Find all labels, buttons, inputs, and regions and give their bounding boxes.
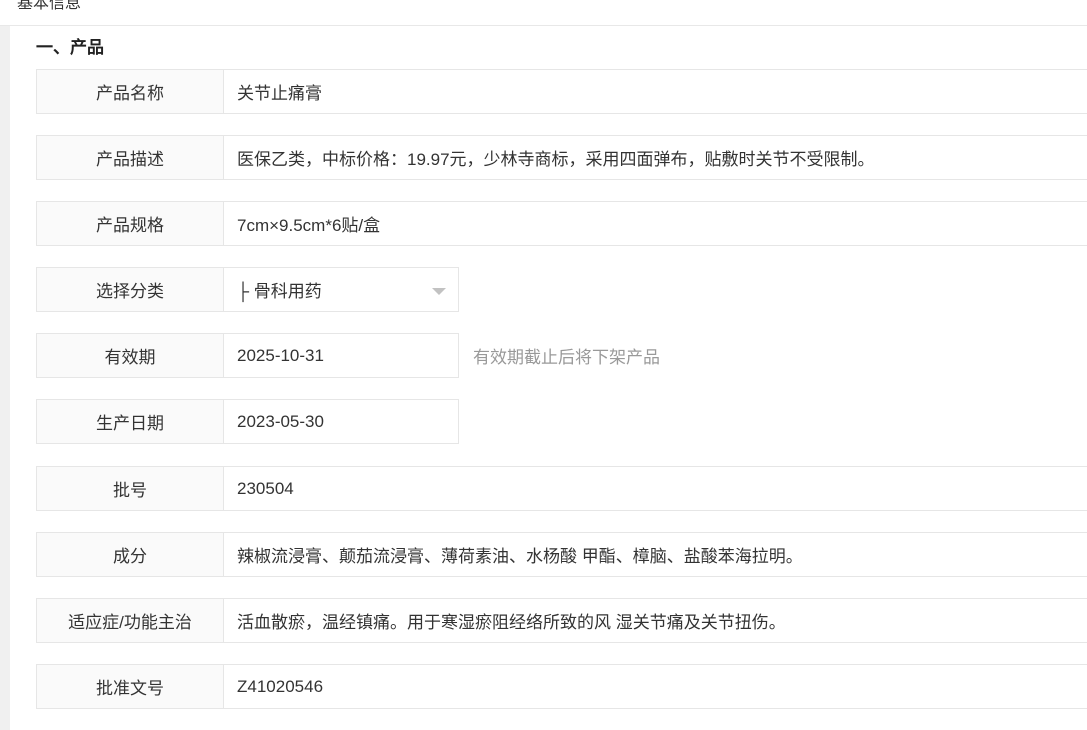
indications-input[interactable]: 活血散瘀，温经镇痛。用于寒湿瘀阻经络所致的风 湿关节痛及关节扭伤。 — [224, 599, 1087, 642]
product-name-input[interactable]: 关节止痛膏 — [224, 70, 1087, 113]
section-title: 一、产品 — [36, 38, 104, 57]
production-date-row: 生产日期 2023-05-30 — [36, 399, 459, 444]
category-label: 选择分类 — [37, 268, 224, 311]
batch-label: 批号 — [37, 467, 224, 510]
expiry-row: 有效期 2025-10-31 有效期截止后将下架产品 — [36, 333, 660, 378]
product-name-row: 产品名称 关节止痛膏 — [36, 69, 1087, 114]
approval-box: 批准文号 Z41020546 — [36, 664, 1087, 709]
product-description-label: 产品描述 — [37, 136, 224, 179]
top-bar-title: 基本信息 — [17, 0, 82, 12]
product-description-row: 产品描述 医保乙类，中标价格：19.97元，少林寺商标，采用四面弹布，贴敷时关节… — [36, 135, 1087, 180]
triangle-down-icon[interactable] — [432, 288, 446, 295]
category-box: 选择分类 ├ 骨科用药 — [36, 267, 459, 312]
product-spec-input[interactable]: 7cm×9.5cm*6贴/盒 — [224, 202, 1087, 245]
category-selected-value: ├ 骨科用药 — [237, 282, 322, 301]
ingredients-row: 成分 辣椒流浸膏、颠茄流浸膏、薄荷素油、水杨酸 甲酯、樟脑、盐酸苯海拉明。 — [36, 532, 1087, 577]
category-row: 选择分类 ├ 骨科用药 — [36, 267, 459, 312]
product-description-input[interactable]: 医保乙类，中标价格：19.97元，少林寺商标，采用四面弹布，贴敷时关节不受限制。 — [224, 136, 1087, 179]
indications-row: 适应症/功能主治 活血散瘀，温经镇痛。用于寒湿瘀阻经络所致的风 湿关节痛及关节扭… — [36, 598, 1087, 643]
indications-label: 适应症/功能主治 — [37, 599, 224, 642]
indications-box: 适应症/功能主治 活血散瘀，温经镇痛。用于寒湿瘀阻经络所致的风 湿关节痛及关节扭… — [36, 598, 1087, 643]
approval-row: 批准文号 Z41020546 — [36, 664, 1087, 709]
batch-box: 批号 230504 — [36, 466, 1087, 511]
batch-row: 批号 230504 — [36, 466, 1087, 511]
top-bar: 基本信息 — [0, 0, 1087, 26]
product-spec-box: 产品规格 7cm×9.5cm*6贴/盒 — [36, 201, 1087, 246]
ingredients-box: 成分 辣椒流浸膏、颠茄流浸膏、薄荷素油、水杨酸 甲酯、樟脑、盐酸苯海拉明。 — [36, 532, 1087, 577]
batch-input[interactable]: 230504 — [224, 467, 1087, 510]
product-name-label: 产品名称 — [37, 70, 224, 113]
production-date-input[interactable]: 2023-05-30 — [224, 400, 458, 443]
expiry-hint: 有效期截止后将下架产品 — [473, 348, 660, 367]
production-date-label: 生产日期 — [37, 400, 224, 443]
expiry-label: 有效期 — [37, 334, 224, 377]
product-spec-row: 产品规格 7cm×9.5cm*6贴/盒 — [36, 201, 1087, 246]
expiry-date-input[interactable]: 2025-10-31 — [224, 334, 458, 377]
expiry-box: 有效期 2025-10-31 — [36, 333, 459, 378]
approval-label: 批准文号 — [37, 665, 224, 708]
product-spec-label: 产品规格 — [37, 202, 224, 245]
ingredients-label: 成分 — [37, 533, 224, 576]
approval-number-input[interactable]: Z41020546 — [224, 665, 1087, 708]
category-select[interactable]: ├ 骨科用药 — [224, 268, 458, 311]
left-gutter — [0, 26, 10, 730]
product-name-box: 产品名称 关节止痛膏 — [36, 69, 1087, 114]
product-description-box: 产品描述 医保乙类，中标价格：19.97元，少林寺商标，采用四面弹布，贴敷时关节… — [36, 135, 1087, 180]
production-date-box: 生产日期 2023-05-30 — [36, 399, 459, 444]
ingredients-input[interactable]: 辣椒流浸膏、颠茄流浸膏、薄荷素油、水杨酸 甲酯、樟脑、盐酸苯海拉明。 — [224, 533, 1087, 576]
